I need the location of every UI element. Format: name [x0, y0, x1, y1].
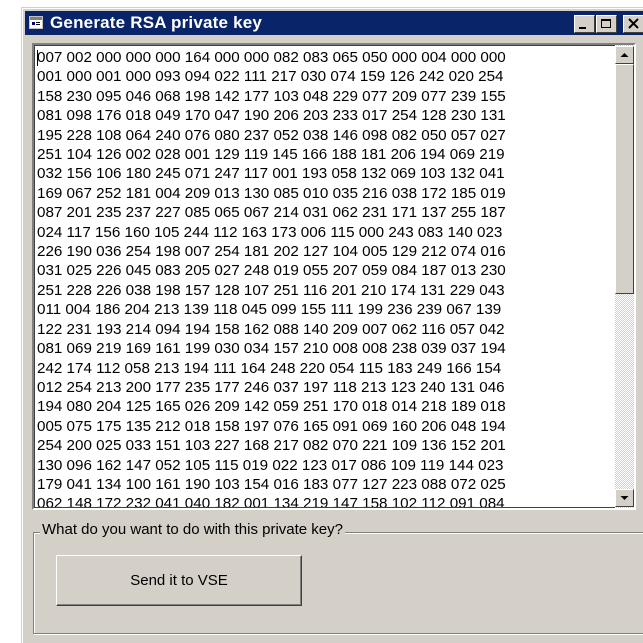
key-text-line: 179 041 134 100 161 190 103 154 016 183 … [37, 475, 506, 493]
title-bar[interactable]: Generate RSA private key [25, 11, 643, 35]
key-text-line: 251 228 226 038 198 157 128 107 251 116 … [37, 281, 505, 299]
scroll-thumb[interactable] [615, 64, 634, 294]
minimize-icon [579, 27, 586, 29]
close-button[interactable] [623, 15, 643, 33]
maximize-button[interactable] [596, 15, 617, 33]
app-window-icon [29, 16, 43, 29]
key-text-line: 062 148 172 232 041 040 182 001 134 219 … [37, 495, 505, 507]
scroll-up-button[interactable] [615, 46, 634, 64]
key-text-line: 242 174 112 058 213 194 111 164 248 220 … [37, 359, 502, 377]
key-text-line: 081 069 219 169 161 199 030 034 157 210 … [37, 340, 506, 358]
key-text-line: 081 098 176 018 049 170 047 190 206 203 … [37, 107, 506, 125]
key-text-line: 195 228 108 064 240 076 080 237 052 038 … [37, 126, 506, 144]
key-text-line: 031 025 226 045 083 205 027 248 019 055 … [37, 262, 506, 280]
key-text-line: 024 117 156 160 105 244 112 163 173 006 … [37, 223, 503, 241]
send-to-vse-button[interactable]: Send it to VSE [56, 555, 302, 606]
groupbox-label: What do you want to do with this private… [40, 521, 345, 538]
key-text-line: 226 190 036 254 198 007 254 181 202 127 … [37, 243, 506, 261]
vertical-scrollbar[interactable] [615, 45, 634, 508]
maximize-icon [601, 19, 611, 28]
key-text-line: 001 000 001 000 093 094 022 111 217 030 … [37, 68, 504, 86]
scroll-up-arrow-icon [620, 53, 629, 57]
key-text-line: 007 002 000 000 000 164 000 000 082 083 … [37, 49, 506, 66]
key-text-line: 169 067 252 181 004 209 013 130 085 010 … [37, 184, 506, 202]
key-text-line: 005 075 175 135 212 018 158 197 076 165 … [37, 417, 506, 435]
private-key-textarea[interactable]: 007 002 000 000 000 164 000 000 082 083 … [32, 43, 636, 510]
key-text-line: 251 104 126 002 028 001 129 119 145 166 … [37, 146, 505, 164]
dialog-window: Generate RSA private key 007 002 000 000… [21, 7, 643, 643]
key-text-line: 254 200 025 033 151 103 227 168 217 082 … [37, 437, 506, 455]
window-title: Generate RSA private key [50, 13, 263, 32]
key-text-line: 122 231 193 214 094 194 158 162 088 140 … [37, 320, 505, 338]
key-text-line: 087 201 235 237 227 085 065 067 214 031 … [37, 204, 506, 222]
close-icon [628, 18, 639, 29]
scroll-down-arrow-icon [620, 496, 629, 500]
key-text-line: 158 230 095 046 068 198 142 177 103 048 … [37, 87, 506, 105]
scroll-down-button[interactable] [615, 489, 634, 507]
key-text-line: 011 004 186 204 213 139 118 045 099 155 … [37, 301, 502, 319]
private-key-text[interactable]: 007 002 000 000 000 164 000 000 082 083 … [37, 48, 607, 507]
minimize-button[interactable] [574, 15, 595, 33]
key-text-line: 032 156 106 180 245 071 247 117 001 193 … [37, 165, 505, 183]
key-text-line: 130 096 162 147 052 105 115 019 022 123 … [37, 456, 504, 474]
key-text-line: 012 254 213 200 177 235 177 246 037 197 … [37, 378, 505, 396]
key-text-line: 194 080 204 125 165 026 209 142 059 251 … [37, 398, 506, 416]
